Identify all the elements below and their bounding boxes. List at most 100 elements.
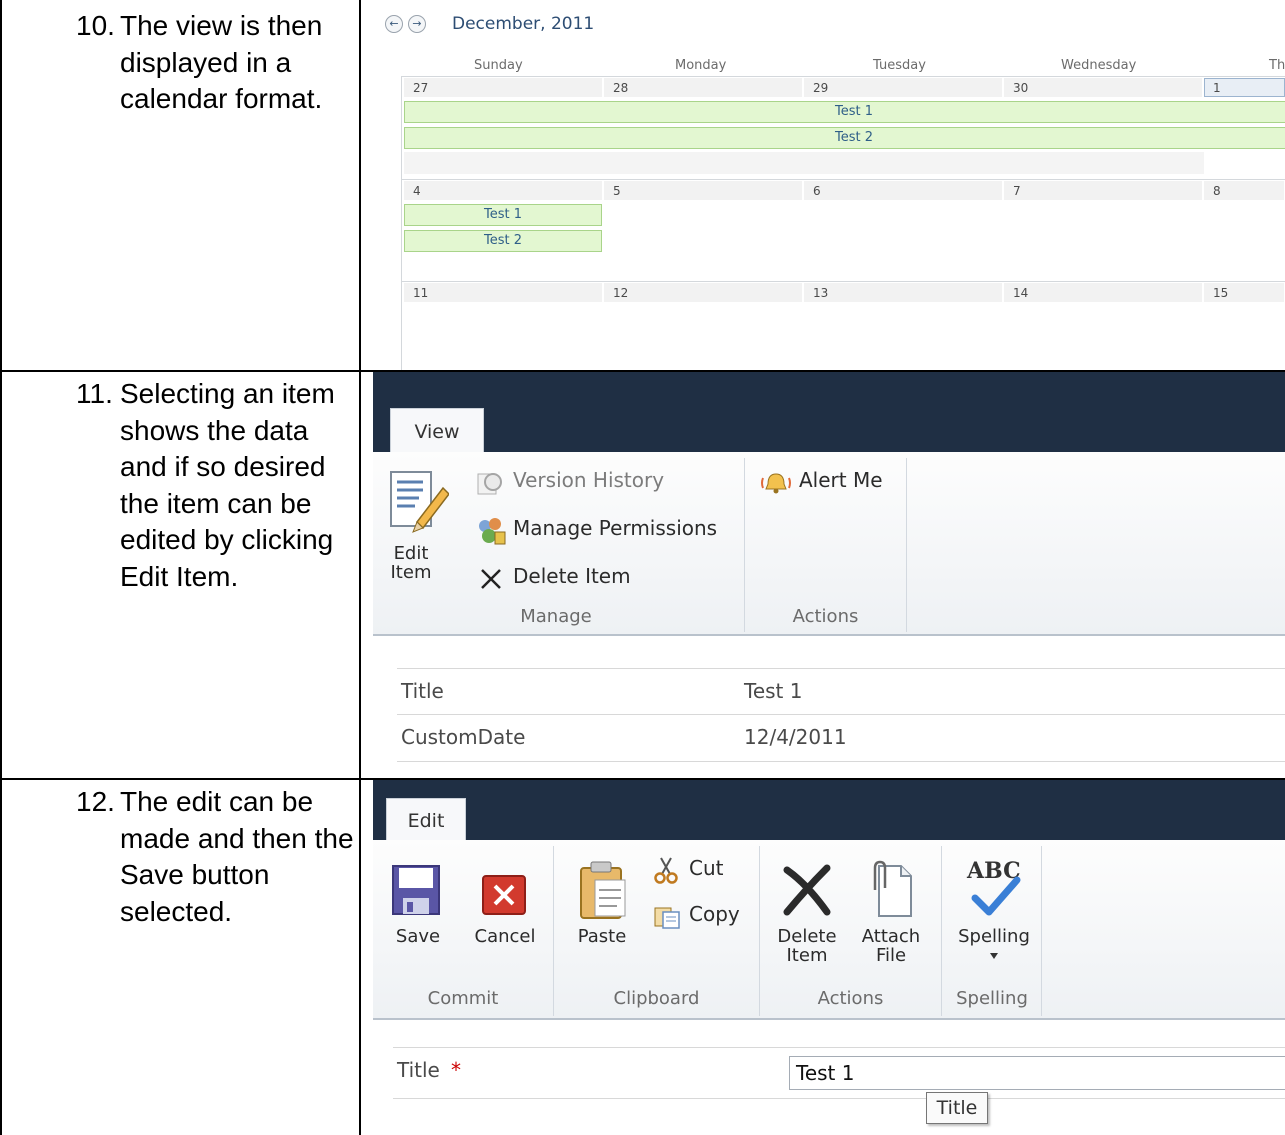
delete-item-button[interactable]: Delete Item [475, 564, 675, 594]
field-label: Title [397, 1058, 440, 1082]
calendar-event[interactable]: Test 1 [404, 101, 1285, 123]
field-row-title: Title Test 1 [397, 668, 1285, 714]
group-label-manage: Manage [520, 606, 592, 627]
day-header-cell[interactable] [404, 181, 603, 200]
week-divider [401, 76, 1285, 77]
step-11: 11. Selecting an item shows the data and… [0, 376, 358, 776]
spelling-check-icon [971, 876, 1021, 916]
field-value: Test 1 [744, 679, 803, 703]
attach-file-label: File [875, 945, 907, 966]
calendar-event[interactable]: Test 2 [404, 127, 1285, 149]
manage-permissions-icon [479, 518, 506, 545]
calendar-gutter [401, 76, 402, 370]
day-header-cell[interactable] [804, 78, 1003, 97]
ribbon-top-bar [373, 780, 1285, 840]
delete-item-label: Delete [777, 926, 837, 947]
day-number: 30 [1013, 81, 1029, 95]
paste-button[interactable]: Paste [569, 860, 635, 970]
day-header-cell[interactable] [404, 78, 603, 97]
calendar-view: ← → December, 2011 Sunday Monday Tuesday… [361, 0, 1285, 370]
spelling-button[interactable]: ABC Spelling [949, 856, 1039, 976]
day-header-cell[interactable] [404, 283, 603, 302]
save-button[interactable]: Save [387, 860, 449, 970]
alert-me-button[interactable]: Alert Me [759, 468, 899, 498]
day-number: 12 [613, 286, 629, 300]
field-row-customdate: CustomDate 12/4/2011 [397, 714, 1285, 762]
copy-icon [654, 907, 680, 929]
version-history-button[interactable]: Version History [475, 468, 735, 498]
group-label-commit: Commit [427, 988, 499, 1009]
calendar-month-label: December, 2011 [452, 14, 595, 34]
copy-button[interactable]: Copy [653, 902, 763, 932]
cut-label: Cut [689, 856, 724, 880]
cancel-label: Cancel [474, 926, 536, 947]
step-text: Selecting an item shows the data and if … [120, 378, 335, 592]
alert-me-label: Alert Me [799, 468, 883, 492]
delete-item-label: Item [786, 945, 828, 966]
day-header-cell[interactable] [1004, 283, 1203, 302]
day-header-cell[interactable] [604, 181, 803, 200]
edit-item-label: Item [390, 562, 432, 583]
calendar-event[interactable]: Test 1 [404, 204, 602, 226]
day-header-cell[interactable] [1004, 181, 1203, 200]
delete-item-button[interactable]: Delete Item [771, 860, 843, 970]
version-history-label: Version History [513, 468, 665, 492]
step-10: 10. The view is then displayed in a cale… [0, 8, 358, 368]
step-number: 12. [76, 786, 115, 817]
calendar-overflow-row [404, 152, 1204, 174]
day-name-monday: Monday [675, 58, 727, 73]
day-header-cell[interactable] [604, 78, 803, 97]
step-number: 10. [76, 10, 115, 41]
right-arrow-icon[interactable]: → [408, 15, 426, 33]
group-separator [906, 458, 907, 632]
version-history-icon [477, 473, 502, 495]
edit-item-icon [390, 471, 449, 533]
title-input[interactable]: Test 1 [789, 1056, 1285, 1090]
day-name-sunday: Sunday [474, 58, 523, 73]
delete-x-icon [481, 569, 501, 589]
week-divider [401, 179, 1285, 180]
save-label: Save [395, 926, 441, 947]
group-label-actions: Actions [792, 606, 859, 627]
day-number: 14 [1013, 286, 1029, 300]
week-divider [401, 281, 1285, 282]
copy-label: Copy [689, 902, 740, 926]
field-label: Title [401, 679, 444, 703]
tab-edit[interactable]: Edit [386, 798, 466, 842]
day-header-cell[interactable] [1004, 78, 1203, 97]
calendar-event[interactable]: Test 2 [404, 230, 602, 252]
chevron-down-icon[interactable] [989, 952, 999, 960]
day-name-thursday: Th [1269, 58, 1285, 73]
alert-bell-icon [761, 473, 791, 494]
group-label-actions: Actions [817, 988, 884, 1009]
step-number: 11. [76, 378, 113, 409]
step-text: The view is then displayed in a calendar… [120, 10, 323, 114]
day-number: 11 [413, 286, 429, 300]
ribbon-top-bar [373, 372, 1285, 452]
delete-item-label: Delete Item [513, 564, 631, 588]
attach-file-button[interactable]: Attach File [855, 860, 927, 970]
left-arrow-icon[interactable]: ← [385, 15, 403, 33]
day-header-cell[interactable] [804, 283, 1003, 302]
day-number: 13 [813, 286, 829, 300]
edit-item-button[interactable]: Edit Item [387, 464, 451, 594]
day-number: 4 [413, 184, 421, 198]
edit-item-screen: Edit Save Cancel Paste Cut Copy Delete I… [373, 780, 1285, 1135]
view-item-screen: View Edit Item Version History Manage Pe… [373, 372, 1285, 776]
manage-permissions-button[interactable]: Manage Permissions [475, 516, 735, 546]
tab-view[interactable]: View [390, 408, 484, 454]
group-label-clipboard: Clipboard [613, 988, 700, 1009]
day-name-wednesday: Wednesday [1061, 58, 1137, 73]
day-number: 7 [1013, 184, 1021, 198]
day-header-cell[interactable] [804, 181, 1003, 200]
day-header-cell[interactable] [604, 283, 803, 302]
title-input-value: Test 1 [796, 1061, 855, 1085]
spelling-label: Spelling [958, 926, 1030, 947]
cancel-button[interactable]: Cancel [469, 860, 541, 970]
paste-label: Paste [577, 926, 627, 947]
attach-file-label: Attach [861, 926, 921, 947]
required-marker: * [451, 1058, 461, 1082]
step-text: The edit can be made and then the Save b… [120, 786, 354, 927]
cut-button[interactable]: Cut [653, 856, 753, 886]
field-value: 12/4/2011 [744, 725, 847, 749]
